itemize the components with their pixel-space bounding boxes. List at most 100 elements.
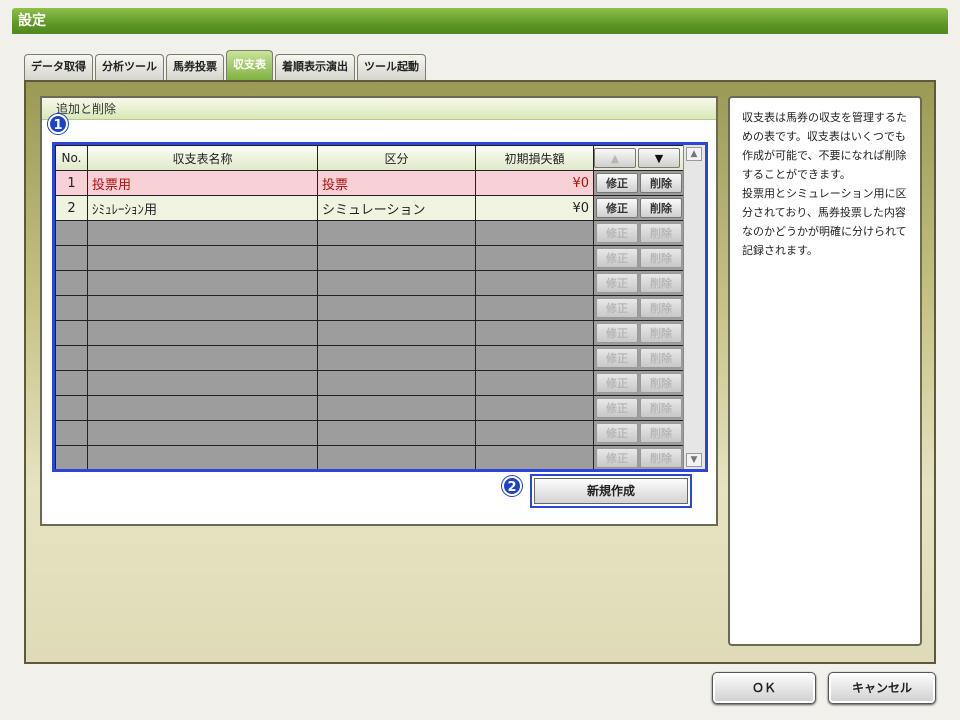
add-delete-panel: 追加と削除 1 No. 収支表名称 区分 初期損失額 ▲ ▼ 1 投票用 投票 …	[40, 96, 718, 526]
row-category: シミュレーション	[317, 195, 476, 221]
row-actions: 修正 削除	[593, 395, 685, 421]
edit-button[interactable]: 修正	[596, 198, 638, 218]
empty-cell	[475, 370, 594, 396]
ledger-table: No. 収支表名称 区分 初期損失額 ▲ ▼ 1 投票用 投票 ¥0 修正 削除…	[55, 145, 685, 469]
triangle-down-icon[interactable]: ▼	[638, 148, 680, 168]
row-actions: 修正 削除	[593, 420, 685, 446]
empty-cell	[55, 345, 88, 371]
callout-badge-2: 2	[502, 476, 522, 496]
scroll-up-icon[interactable]: ▲	[686, 147, 702, 161]
edit-button-disabled: 修正	[596, 223, 638, 243]
cancel-button[interactable]: キャンセル	[828, 672, 936, 704]
table-row-empty: 修正 削除	[55, 445, 685, 469]
empty-cell	[55, 445, 88, 469]
empty-cell	[475, 395, 594, 421]
table-row-empty: 修正 削除	[55, 295, 685, 321]
table-row-empty: 修正 削除	[55, 245, 685, 271]
table-row-empty: 修正 削除	[55, 370, 685, 396]
edit-button[interactable]: 修正	[596, 173, 638, 193]
tab-1[interactable]: 分析ツール	[95, 54, 164, 80]
edit-button-disabled: 修正	[596, 423, 638, 443]
empty-cell	[475, 245, 594, 271]
new-ledger-button[interactable]: 新規作成	[530, 474, 692, 508]
table-row[interactable]: 1 投票用 投票 ¥0 修正 削除	[55, 170, 685, 196]
empty-cell	[55, 420, 88, 446]
tab-5[interactable]: ツール起動	[357, 54, 426, 80]
delete-button-disabled: 削除	[640, 298, 682, 318]
row-category: 投票	[317, 170, 476, 196]
triangle-up-icon[interactable]: ▲	[594, 148, 636, 168]
empty-cell	[317, 220, 476, 246]
empty-cell	[55, 270, 88, 296]
empty-cell	[55, 295, 88, 321]
tab-bar: データ取得 分析ツール 馬券投票 収支表 着順表示演出 ツール起動	[24, 50, 426, 80]
empty-cell	[317, 245, 476, 271]
empty-cell	[475, 220, 594, 246]
window-title: 設定	[12, 8, 948, 34]
delete-button-disabled: 削除	[640, 323, 682, 343]
callout-badge-1: 1	[48, 114, 68, 134]
empty-cell	[317, 320, 476, 346]
table-row-empty: 修正 削除	[55, 270, 685, 296]
row-actions: 修正 削除	[593, 345, 685, 371]
row-actions: 修正 削除	[593, 295, 685, 321]
row-name: ｼﾐｭﾚｰｼｮﾝ用	[87, 195, 318, 221]
row-initial-loss: ¥0	[475, 195, 594, 221]
empty-cell	[475, 420, 594, 446]
empty-cell	[475, 295, 594, 321]
table-scrollbar[interactable]: ▲ ▼	[683, 145, 705, 469]
edit-button-disabled: 修正	[596, 298, 638, 318]
edit-button-disabled: 修正	[596, 398, 638, 418]
row-actions: 修正 削除	[593, 220, 685, 246]
delete-button-disabled: 削除	[640, 348, 682, 368]
empty-cell	[317, 445, 476, 469]
edit-button-disabled: 修正	[596, 348, 638, 368]
row-actions: 修正 削除	[593, 195, 685, 221]
table-row-empty: 修正 削除	[55, 395, 685, 421]
row-no: 1	[55, 170, 88, 196]
table-row-empty: 修正 削除	[55, 320, 685, 346]
edit-button-disabled: 修正	[596, 373, 638, 393]
delete-button-disabled: 削除	[640, 223, 682, 243]
tab-0[interactable]: データ取得	[24, 54, 93, 80]
new-ledger-button-label: 新規作成	[534, 478, 688, 504]
sort-buttons-cell: ▲ ▼	[593, 145, 685, 171]
empty-cell	[87, 320, 318, 346]
row-no: 2	[55, 195, 88, 221]
delete-button-disabled: 削除	[640, 273, 682, 293]
delete-button[interactable]: 削除	[640, 173, 682, 193]
delete-button-disabled: 削除	[640, 448, 682, 468]
empty-cell	[87, 220, 318, 246]
empty-cell	[55, 220, 88, 246]
tab-2[interactable]: 馬券投票	[166, 54, 224, 80]
empty-cell	[87, 370, 318, 396]
ok-button[interactable]: ＯＫ	[712, 672, 816, 704]
empty-cell	[87, 270, 318, 296]
tab-4[interactable]: 着順表示演出	[275, 54, 355, 80]
col-header-name: 収支表名称	[87, 145, 318, 171]
scroll-down-icon[interactable]: ▼	[686, 453, 702, 467]
settings-window: 設定 データ取得 分析ツール 馬券投票 収支表 着順表示演出 ツール起動 追加と削除 1 …	[0, 0, 960, 720]
empty-cell	[317, 270, 476, 296]
empty-cell	[55, 320, 88, 346]
empty-cell	[87, 295, 318, 321]
empty-cell	[87, 395, 318, 421]
row-actions: 修正 削除	[593, 270, 685, 296]
empty-cell	[87, 345, 318, 371]
row-actions: 修正 削除	[593, 245, 685, 271]
row-name: 投票用	[87, 170, 318, 196]
tab-3[interactable]: 収支表	[226, 50, 273, 80]
col-header-category: 区分	[317, 145, 476, 171]
empty-cell	[475, 445, 594, 469]
edit-button-disabled: 修正	[596, 248, 638, 268]
empty-cell	[87, 245, 318, 271]
row-initial-loss: ¥0	[475, 170, 594, 196]
tab-content: 追加と削除 1 No. 収支表名称 区分 初期損失額 ▲ ▼ 1 投票用 投票 …	[24, 80, 936, 664]
table-row[interactable]: 2 ｼﾐｭﾚｰｼｮﾝ用 シミュレーション ¥0 修正 削除	[55, 195, 685, 221]
empty-cell	[317, 345, 476, 371]
empty-cell	[55, 245, 88, 271]
table-row-empty: 修正 削除	[55, 345, 685, 371]
delete-button[interactable]: 削除	[640, 198, 682, 218]
ledger-table-frame: No. 収支表名称 区分 初期損失額 ▲ ▼ 1 投票用 投票 ¥0 修正 削除…	[52, 142, 708, 472]
empty-cell	[317, 370, 476, 396]
